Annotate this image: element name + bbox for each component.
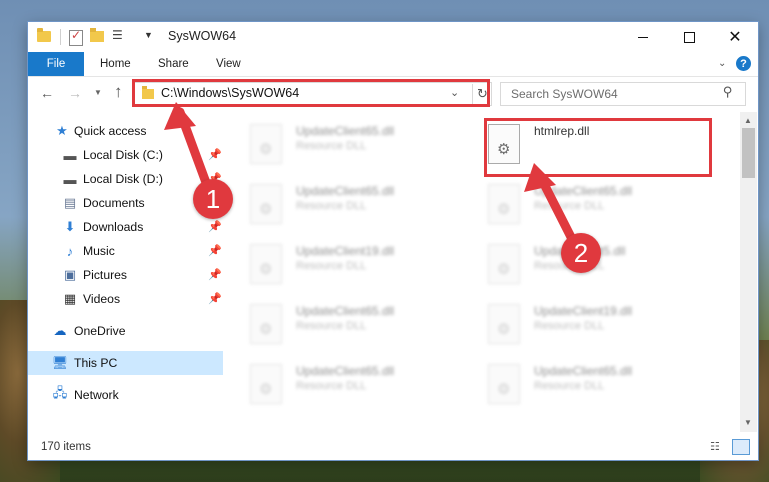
annotation-arrows — [164, 102, 579, 248]
step-1-badge: 1 — [193, 179, 233, 219]
step-2-badge: 2 — [561, 233, 601, 273]
arrow-1-head — [164, 102, 196, 130]
arrow-2-head — [524, 163, 556, 192]
